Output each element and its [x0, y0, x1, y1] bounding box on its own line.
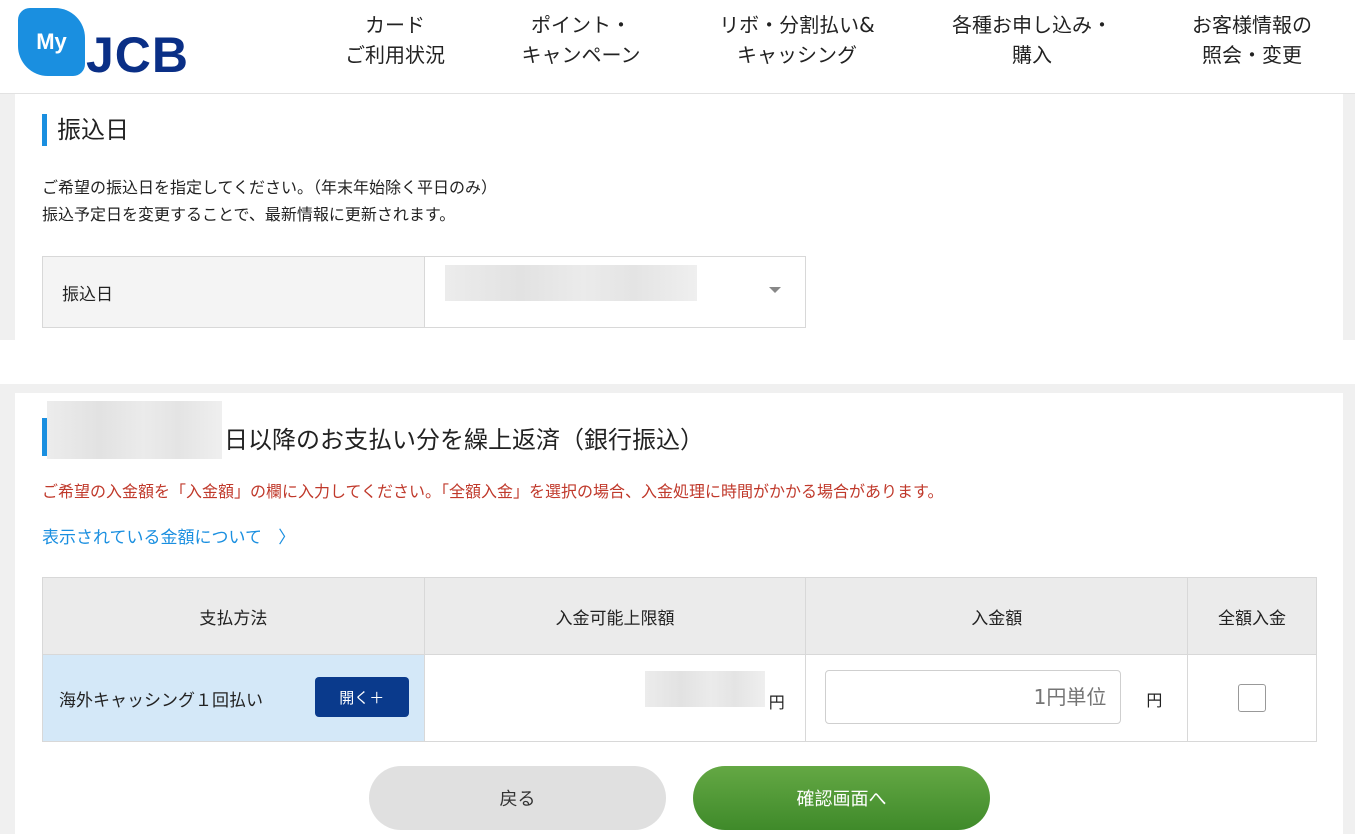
header-full-payment: 全額入金	[1187, 577, 1317, 655]
nav-revolving[interactable]: リボ・分割払い& キャッシング	[697, 10, 897, 72]
logo-my-badge: My	[18, 8, 85, 76]
transfer-date-panel: 振込日 ご希望の振込日を指定してください。（年末年始除く平日のみ） 振込予定日を…	[15, 94, 1343, 340]
transfer-date-desc-line1: ご希望の振込日を指定してください。（年末年始除く平日のみ）	[42, 178, 498, 197]
cell-full-payment	[1187, 654, 1317, 742]
transfer-date-desc: ご希望の振込日を指定してください。（年末年始除く平日のみ） 振込予定日を変更する…	[42, 174, 497, 228]
section-divider	[0, 340, 1355, 384]
header-max-amount: 入金可能上限額	[423, 577, 807, 655]
nav-revolving-line2: キャッシング	[737, 43, 857, 67]
redacted-max-amount	[644, 671, 765, 707]
nav-customer-info-line2: 照会・変更	[1202, 43, 1302, 67]
myjcb-logo[interactable]: My JCB	[18, 8, 238, 83]
logo-jcb-text: JCB	[86, 27, 190, 83]
payment-method-text: 海外キャッシング１回払い	[59, 690, 263, 711]
amount-info-link-text: 表示されている金額について	[42, 528, 262, 548]
nav-points[interactable]: ポイント・ キャンペーン	[481, 10, 681, 72]
header-amount: 入金額	[805, 577, 1189, 655]
transfer-date-select[interactable]	[425, 257, 805, 327]
transfer-date-label: 振込日	[43, 257, 425, 327]
nav-points-line2: キャンペーン	[521, 43, 641, 67]
full-payment-checkbox[interactable]	[1238, 684, 1267, 712]
confirm-button[interactable]: 確認画面へ	[693, 766, 990, 830]
repayment-warning: ご希望の入金額を「入金額」の欄に入力してください。「全額入金」を選択の場合、入金…	[42, 482, 944, 501]
nav-card-usage-line2: ご利用状況	[345, 43, 445, 67]
nav-applications-line2: 購入	[1012, 43, 1052, 67]
repayment-title: 日以降のお支払い分を繰上返済（銀行振込）	[42, 401, 704, 459]
cell-payment-method: 海外キャッシング１回払い 開く＋	[42, 654, 425, 742]
transfer-date-row: 振込日	[42, 256, 806, 328]
redacted-date-prefix	[47, 401, 222, 459]
amount-yen: 円	[1146, 691, 1163, 710]
nav-card-usage[interactable]: カード ご利用状況	[295, 10, 495, 72]
chevron-down-icon	[769, 287, 781, 293]
nav-applications-line1: 各種お申し込み・	[952, 13, 1112, 37]
nav-customer-info[interactable]: お客様情報の 照会・変更	[1152, 10, 1352, 72]
cell-amount: 円	[805, 654, 1189, 742]
repayment-panel: 日以降のお支払い分を繰上返済（銀行振込） ご希望の入金額を「入金額」の欄に入力し…	[15, 393, 1343, 834]
nav-customer-info-line1: お客様情報の	[1192, 13, 1312, 37]
amount-input[interactable]	[825, 670, 1122, 724]
redacted-date-value	[445, 265, 697, 301]
repayment-table: 支払方法 入金可能上限額 入金額 全額入金 海外キャッシング１回払い 開く＋ 円…	[42, 577, 1317, 742]
max-amount-yen: 円	[768, 693, 785, 712]
amount-info-link[interactable]: 表示されている金額について 〉	[42, 523, 295, 548]
site-header: My JCB カード ご利用状況 ポイント・ キャンペーン リボ・分割払い& キ…	[0, 0, 1355, 94]
cell-max-amount: 円	[423, 654, 807, 742]
nav-applications[interactable]: 各種お申し込み・ 購入	[932, 10, 1132, 72]
table-row: 海外キャッシング１回払い 開く＋ 円 円	[42, 654, 1317, 742]
section-divider-stripe	[458, 384, 1355, 392]
back-button[interactable]: 戻る	[369, 766, 666, 830]
nav-revolving-line1: リボ・分割払い&	[719, 13, 875, 37]
transfer-date-title: 振込日	[42, 114, 129, 146]
nav-points-line1: ポイント・	[531, 13, 631, 37]
repayment-title-text: 日以降のお支払い分を繰上返済（銀行振込）	[224, 425, 704, 454]
header-payment-method: 支払方法	[42, 577, 425, 655]
table-header-row: 支払方法 入金可能上限額 入金額 全額入金	[42, 577, 1317, 655]
chevron-right-icon: 〉	[267, 528, 296, 548]
transfer-date-desc-line2: 振込予定日を変更することで、最新情報に更新されます。	[42, 205, 456, 224]
open-details-button[interactable]: 開く＋	[314, 677, 409, 717]
nav-card-usage-line1: カード	[365, 13, 425, 37]
